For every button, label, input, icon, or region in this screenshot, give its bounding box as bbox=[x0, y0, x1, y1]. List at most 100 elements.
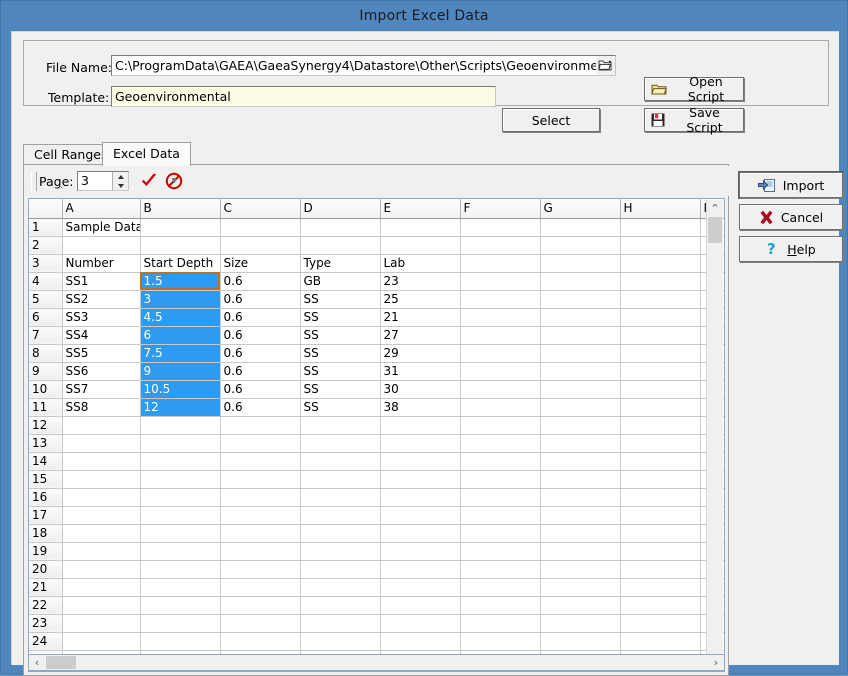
column-header-h[interactable]: H bbox=[620, 199, 700, 218]
column-header-g[interactable]: G bbox=[540, 199, 620, 218]
horizontal-scroll-thumb[interactable] bbox=[46, 656, 76, 669]
row-header-12[interactable]: 12 bbox=[29, 416, 62, 434]
scroll-right-icon[interactable]: › bbox=[708, 655, 724, 670]
row-header-2[interactable]: 2 bbox=[29, 236, 62, 254]
cell-B24[interactable] bbox=[140, 632, 220, 650]
cell-B1[interactable] bbox=[140, 218, 220, 236]
page-spin-down[interactable] bbox=[113, 181, 128, 190]
cell-C4[interactable]: 0.6 bbox=[220, 272, 300, 290]
toolbar-grip[interactable] bbox=[31, 172, 37, 191]
cell-D19[interactable] bbox=[300, 542, 380, 560]
cell-B5[interactable]: 3 bbox=[140, 290, 220, 308]
column-header-c[interactable]: C bbox=[220, 199, 300, 218]
cell-G19[interactable] bbox=[540, 542, 620, 560]
cell-H9[interactable] bbox=[620, 362, 700, 380]
template-input[interactable]: Geoenvironmental bbox=[111, 86, 496, 107]
cell-C19[interactable] bbox=[220, 542, 300, 560]
cell-C2[interactable] bbox=[220, 236, 300, 254]
cell-H17[interactable] bbox=[620, 506, 700, 524]
cell-F18[interactable] bbox=[460, 524, 540, 542]
cell-C21[interactable] bbox=[220, 578, 300, 596]
cell-B8[interactable]: 7.5 bbox=[140, 344, 220, 362]
row-header-16[interactable]: 16 bbox=[29, 488, 62, 506]
row-header-1[interactable]: 1 bbox=[29, 218, 62, 236]
cell-F5[interactable] bbox=[460, 290, 540, 308]
cell-H22[interactable] bbox=[620, 596, 700, 614]
cell-C17[interactable] bbox=[220, 506, 300, 524]
cell-E21[interactable] bbox=[380, 578, 460, 596]
cell-D18[interactable] bbox=[300, 524, 380, 542]
cell-C12[interactable] bbox=[220, 416, 300, 434]
cell-A10[interactable]: SS7 bbox=[62, 380, 140, 398]
cell-C11[interactable]: 0.6 bbox=[220, 398, 300, 416]
cell-C8[interactable]: 0.6 bbox=[220, 344, 300, 362]
row-header-3[interactable]: 3 bbox=[29, 254, 62, 272]
cell-G5[interactable] bbox=[540, 290, 620, 308]
row-header-6[interactable]: 6 bbox=[29, 308, 62, 326]
cell-E3[interactable]: Lab bbox=[380, 254, 460, 272]
cell-B16[interactable] bbox=[140, 488, 220, 506]
cell-D4[interactable]: GB bbox=[300, 272, 380, 290]
cell-E24[interactable] bbox=[380, 632, 460, 650]
cell-E22[interactable] bbox=[380, 596, 460, 614]
cell-H18[interactable] bbox=[620, 524, 700, 542]
cell-D8[interactable]: SS bbox=[300, 344, 380, 362]
cell-F10[interactable] bbox=[460, 380, 540, 398]
row-header-10[interactable]: 10 bbox=[29, 380, 62, 398]
cell-H2[interactable] bbox=[620, 236, 700, 254]
row-header-14[interactable]: 14 bbox=[29, 452, 62, 470]
column-header-b[interactable]: B bbox=[140, 199, 220, 218]
cell-A9[interactable]: SS6 bbox=[62, 362, 140, 380]
cell-C18[interactable] bbox=[220, 524, 300, 542]
cell-A18[interactable] bbox=[62, 524, 140, 542]
cell-A7[interactable]: SS4 bbox=[62, 326, 140, 344]
cell-H10[interactable] bbox=[620, 380, 700, 398]
cell-A21[interactable] bbox=[62, 578, 140, 596]
row-header-11[interactable]: 11 bbox=[29, 398, 62, 416]
cell-D23[interactable] bbox=[300, 614, 380, 632]
cell-D3[interactable]: Type bbox=[300, 254, 380, 272]
row-header-22[interactable]: 22 bbox=[29, 596, 62, 614]
cell-G13[interactable] bbox=[540, 434, 620, 452]
cell-F3[interactable] bbox=[460, 254, 540, 272]
cell-D17[interactable] bbox=[300, 506, 380, 524]
cell-A17[interactable] bbox=[62, 506, 140, 524]
cell-D21[interactable] bbox=[300, 578, 380, 596]
cell-F16[interactable] bbox=[460, 488, 540, 506]
cell-H12[interactable] bbox=[620, 416, 700, 434]
cell-H20[interactable] bbox=[620, 560, 700, 578]
cell-H23[interactable] bbox=[620, 614, 700, 632]
cell-E6[interactable]: 21 bbox=[380, 308, 460, 326]
cell-B10[interactable]: 10.5 bbox=[140, 380, 220, 398]
cell-B6[interactable]: 4.5 bbox=[140, 308, 220, 326]
row-header-8[interactable]: 8 bbox=[29, 344, 62, 362]
cell-E23[interactable] bbox=[380, 614, 460, 632]
cell-B20[interactable] bbox=[140, 560, 220, 578]
row-header-5[interactable]: 5 bbox=[29, 290, 62, 308]
cell-G21[interactable] bbox=[540, 578, 620, 596]
cell-A3[interactable]: Number bbox=[62, 254, 140, 272]
cell-F19[interactable] bbox=[460, 542, 540, 560]
cell-H8[interactable] bbox=[620, 344, 700, 362]
cell-B19[interactable] bbox=[140, 542, 220, 560]
cancel-button[interactable]: Cancel bbox=[739, 204, 843, 230]
page-spin-up[interactable] bbox=[113, 172, 128, 181]
vertical-scrollbar[interactable]: ⌃ ⌄ bbox=[706, 200, 723, 670]
cell-E4[interactable]: 23 bbox=[380, 272, 460, 290]
help-button[interactable]: ? Help bbox=[739, 236, 843, 262]
cell-H5[interactable] bbox=[620, 290, 700, 308]
row-header-15[interactable]: 15 bbox=[29, 470, 62, 488]
cell-G15[interactable] bbox=[540, 470, 620, 488]
cell-H7[interactable] bbox=[620, 326, 700, 344]
cell-A23[interactable] bbox=[62, 614, 140, 632]
cell-E13[interactable] bbox=[380, 434, 460, 452]
cell-B13[interactable] bbox=[140, 434, 220, 452]
cell-E8[interactable]: 29 bbox=[380, 344, 460, 362]
cell-C6[interactable]: 0.6 bbox=[220, 308, 300, 326]
cell-E17[interactable] bbox=[380, 506, 460, 524]
row-header-7[interactable]: 7 bbox=[29, 326, 62, 344]
open-script-button[interactable]: Open Script bbox=[644, 77, 744, 101]
cell-C9[interactable]: 0.6 bbox=[220, 362, 300, 380]
cell-D13[interactable] bbox=[300, 434, 380, 452]
cell-E9[interactable]: 31 bbox=[380, 362, 460, 380]
